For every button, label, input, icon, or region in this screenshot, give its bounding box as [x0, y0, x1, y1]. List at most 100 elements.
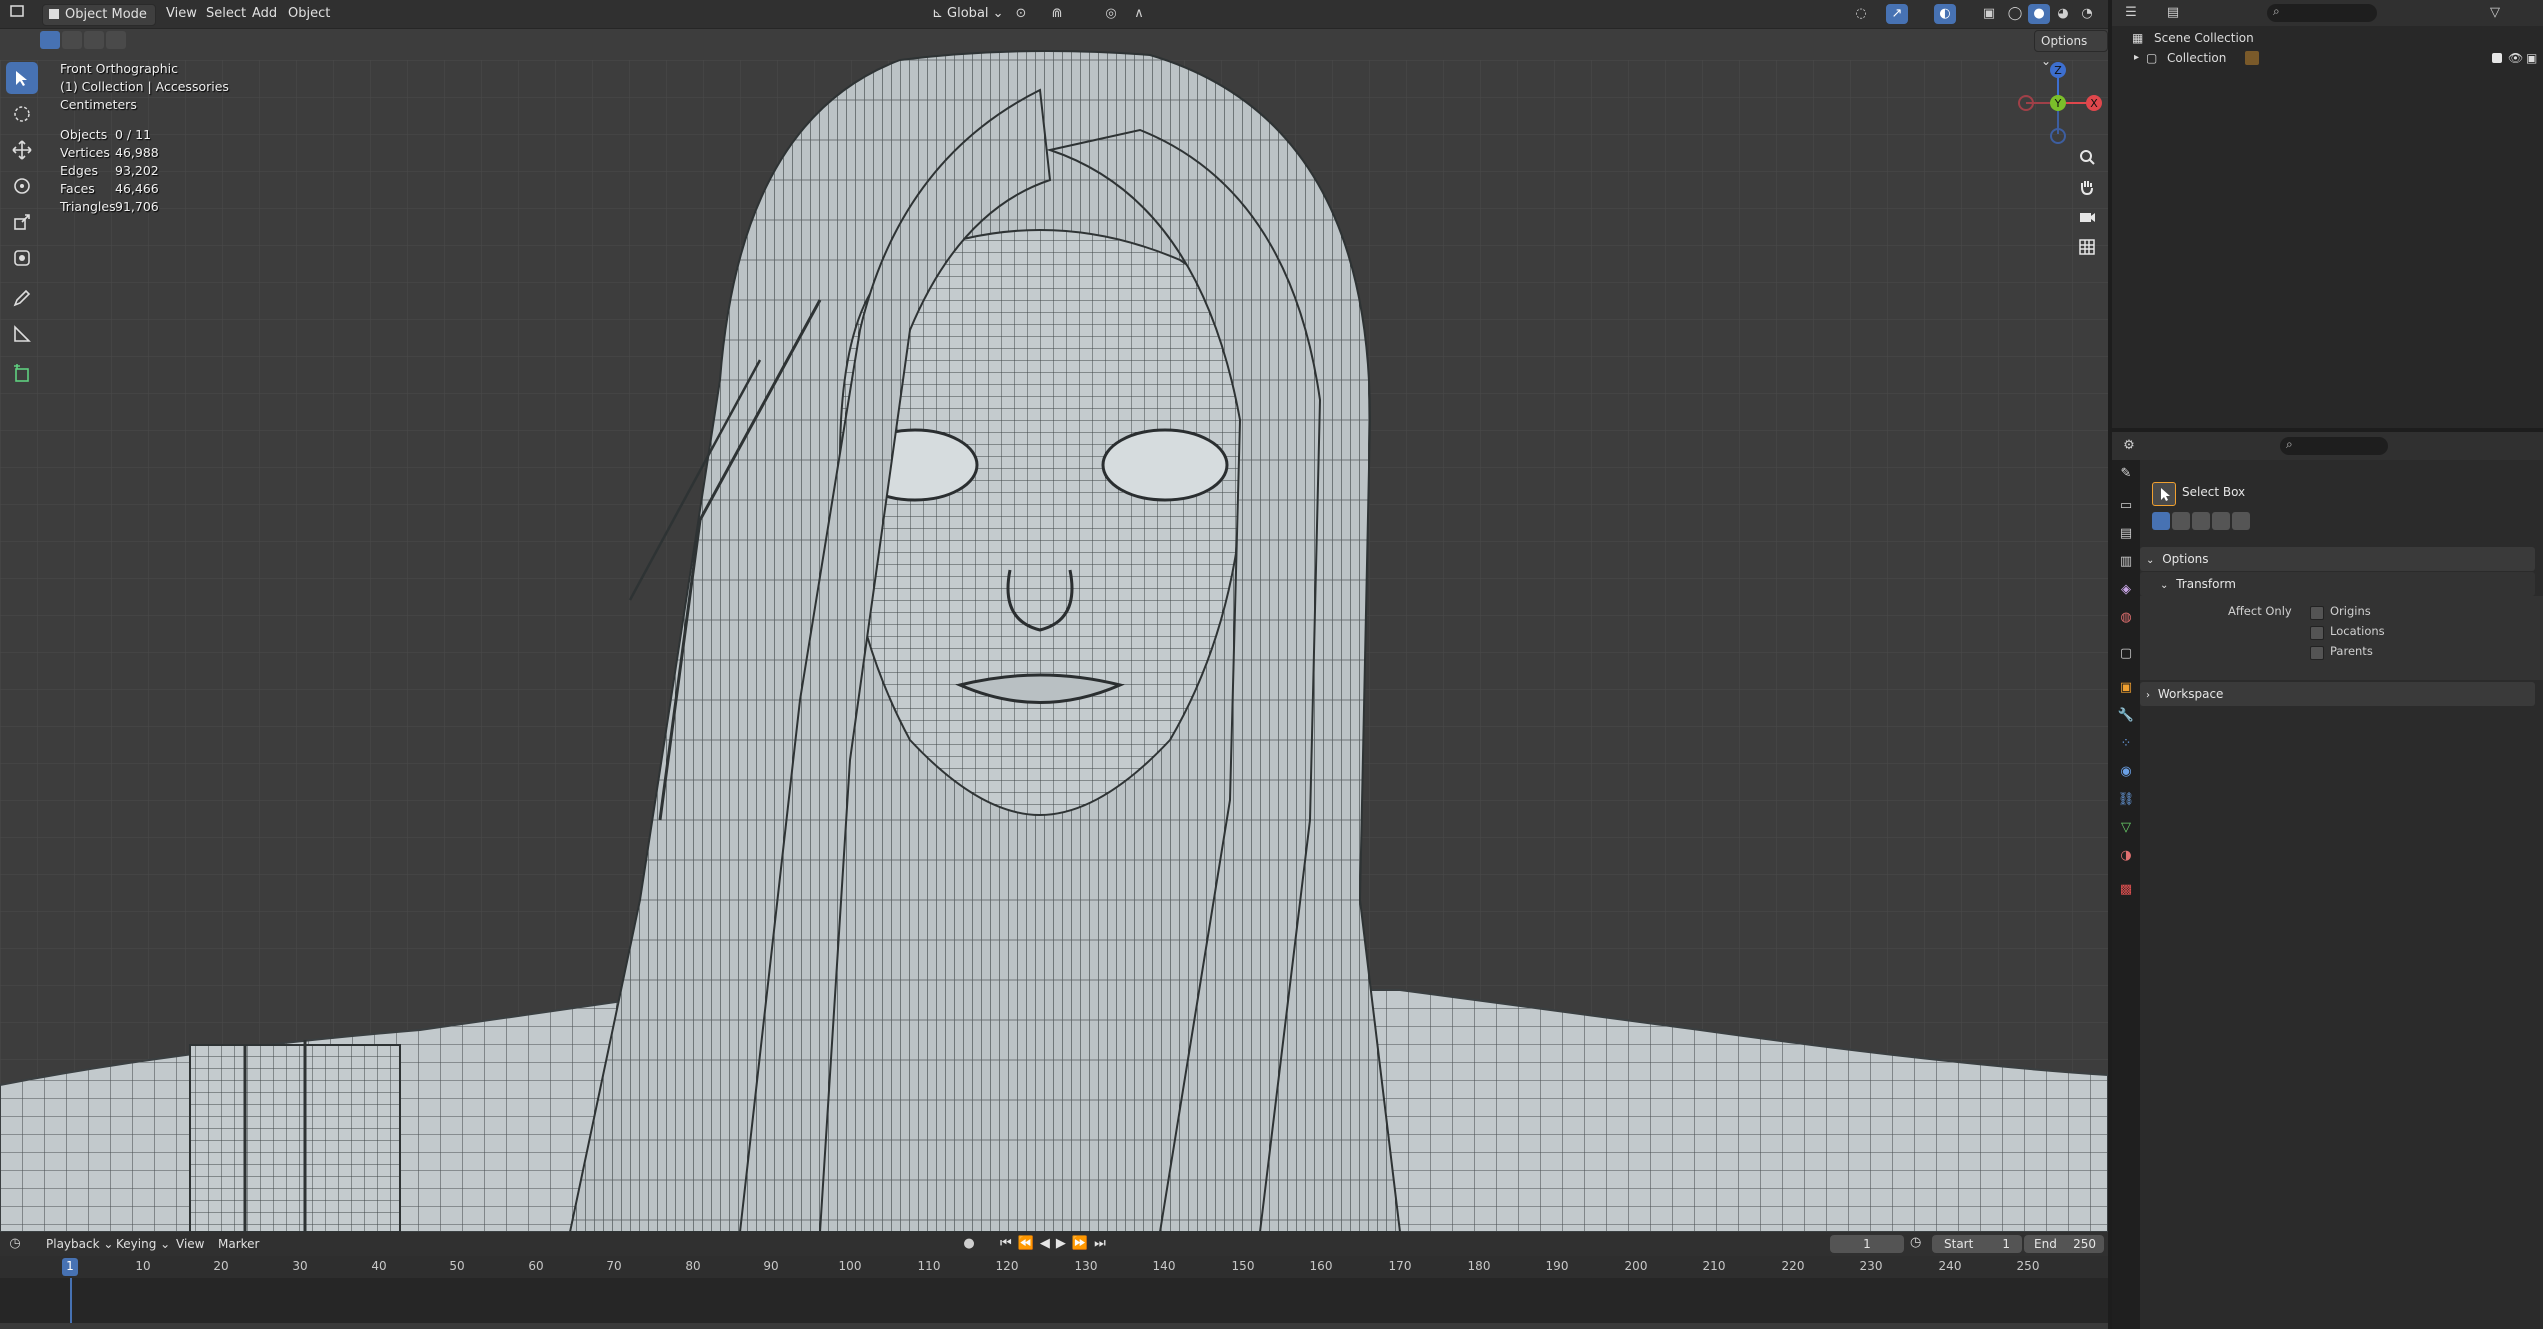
- editor-type-icon[interactable]: [6, 4, 28, 24]
- play-reverse-icon[interactable]: ◀: [1040, 1236, 1056, 1251]
- select-intersect-icon[interactable]: [106, 31, 126, 49]
- editor-type-icon[interactable]: ☰: [2120, 3, 2142, 23]
- navigation-gizmo[interactable]: Z X Y: [2010, 58, 2108, 148]
- next-key-icon[interactable]: ⏩: [1072, 1236, 1094, 1251]
- record-icon[interactable]: ●: [958, 1234, 980, 1254]
- outliner-row-scene-collection[interactable]: ▦ Scene Collection: [2112, 28, 2543, 48]
- select-box-tool[interactable]: [6, 62, 38, 94]
- overlays-toggle-icon[interactable]: ◐: [1934, 4, 1956, 24]
- pivot-point-icon[interactable]: ⊙: [1010, 4, 1032, 24]
- material-tab-icon[interactable]: ◑: [2116, 846, 2136, 866]
- jump-start-icon[interactable]: ⏮: [1000, 1236, 1018, 1251]
- exclude-checkbox[interactable]: [2492, 53, 2502, 63]
- tool-tab-icon[interactable]: ✎: [2116, 464, 2136, 484]
- solid-shading-icon[interactable]: ●: [2028, 4, 2050, 24]
- playback-menu[interactable]: Playback ⌄: [40, 1234, 119, 1254]
- constraints-tab-icon[interactable]: ⛓: [2116, 790, 2136, 810]
- rendered-shading-icon[interactable]: ◔: [2076, 4, 2098, 24]
- scene-tab-icon[interactable]: ◈: [2116, 580, 2136, 600]
- select-intersect-icon[interactable]: [2212, 512, 2230, 530]
- cursor-tool[interactable]: [6, 98, 38, 130]
- locations-checkbox[interactable]: [2310, 626, 2324, 640]
- select-new-icon[interactable]: [40, 31, 60, 49]
- zoom-icon[interactable]: [2074, 144, 2100, 170]
- filter-icon[interactable]: ▽: [2484, 3, 2506, 23]
- select-subtract-icon[interactable]: [84, 31, 104, 49]
- material-shading-icon[interactable]: ◕: [2052, 4, 2074, 24]
- annotate-tool[interactable]: [6, 282, 38, 314]
- properties-editor[interactable]: ⚙ ⌕ ✎ ▭ ▤ ▥ ◈ ◍ ▢ ▣ 🔧 ⁘ ◉ ⛓ ▽ ◑ ▩ Select…: [2112, 432, 2543, 1329]
- menu-view[interactable]: View: [160, 4, 203, 24]
- character-mesh[interactable]: [0, 0, 2108, 1232]
- data-tab-icon[interactable]: ▽: [2116, 818, 2136, 838]
- keyframe-area[interactable]: [0, 1278, 2108, 1329]
- collection-tab-icon[interactable]: ▢: [2116, 644, 2136, 664]
- workspace-panel-header[interactable]: › Workspace: [2140, 682, 2535, 706]
- editor-type-icon[interactable]: ◷: [4, 1234, 26, 1254]
- gizmo-toggle-icon[interactable]: ↗: [1886, 4, 1908, 24]
- select-extend-icon[interactable]: [62, 31, 82, 49]
- wireframe-shading-icon[interactable]: ◯: [2004, 4, 2026, 24]
- camera-icon[interactable]: [2074, 204, 2100, 230]
- options-dropdown[interactable]: Options ⌄: [2034, 30, 2108, 68]
- editor-type-icon[interactable]: ⚙: [2118, 436, 2140, 456]
- timeline-scrollbar[interactable]: [0, 1323, 2108, 1329]
- start-frame-field[interactable]: Start 1: [1932, 1235, 2022, 1253]
- modifier-wrench-icon[interactable]: 🔧: [2116, 706, 2136, 726]
- outliner-search-input[interactable]: ⌕: [2267, 4, 2377, 22]
- outliner[interactable]: ☰ ▤ ⌕ ▽ ▦ Scene Collection ▸ ▢ Collectio…: [2112, 0, 2543, 428]
- transform-tool[interactable]: [6, 242, 38, 274]
- select-invert-icon[interactable]: [2232, 512, 2250, 530]
- menu-select[interactable]: Select: [200, 4, 252, 24]
- ortho-grid-icon[interactable]: [2074, 234, 2100, 260]
- select-new-icon[interactable]: [2152, 512, 2170, 530]
- mode-dropdown[interactable]: Object Mode ⌄: [42, 4, 156, 42]
- origins-checkbox[interactable]: [2310, 606, 2324, 620]
- stopwatch-icon[interactable]: ◷: [1910, 1235, 1921, 1250]
- menu-marker[interactable]: Marker: [212, 1234, 265, 1254]
- properties-search-input[interactable]: ⌕: [2280, 437, 2388, 455]
- camera-render-icon[interactable]: ▣: [2526, 48, 2537, 68]
- menu-add[interactable]: Add: [246, 4, 283, 24]
- scale-tool[interactable]: [6, 206, 38, 238]
- select-subtract-icon[interactable]: [2192, 512, 2210, 530]
- object-tab-icon[interactable]: ▣: [2116, 678, 2136, 698]
- orientation-dropdown[interactable]: ⊾ Global ⌄: [926, 4, 1010, 24]
- eye-icon[interactable]: 👁: [2508, 48, 2523, 68]
- transform-subpanel-header[interactable]: ⌄ Transform: [2140, 572, 2535, 596]
- render-tab-icon[interactable]: ▭: [2116, 496, 2136, 516]
- output-tab-icon[interactable]: ▤: [2116, 524, 2136, 544]
- parents-checkbox[interactable]: [2310, 646, 2324, 660]
- keying-menu[interactable]: Keying ⌄: [110, 1234, 176, 1254]
- jump-end-icon[interactable]: ⏭: [1094, 1236, 1112, 1251]
- physics-tab-icon[interactable]: ◉: [2116, 762, 2136, 782]
- select-extend-icon[interactable]: [2172, 512, 2190, 530]
- rotate-tool[interactable]: [6, 170, 38, 202]
- outliner-row-collection[interactable]: ▸ ▢ Collection 👁 ▣: [2112, 48, 2543, 68]
- frame-ruler[interactable]: 1 10 20 30 40 50 60 70 80 90 100 110 120…: [0, 1256, 2108, 1278]
- object-visibility-icon[interactable]: ◌: [1850, 4, 1872, 24]
- measure-tool[interactable]: [6, 318, 38, 350]
- proportional-edit-icon[interactable]: ◎: [1100, 4, 1122, 24]
- disclosure-triangle-icon[interactable]: ▸: [2134, 48, 2139, 68]
- view-layer-tab-icon[interactable]: ▥: [2116, 552, 2136, 572]
- menu-object[interactable]: Object: [282, 4, 336, 24]
- texture-tab-icon[interactable]: ▩: [2116, 880, 2136, 900]
- falloff-icon[interactable]: ∧: [1128, 4, 1150, 24]
- snap-icon[interactable]: ⋒: [1046, 4, 1068, 24]
- play-icon[interactable]: ▶: [1056, 1236, 1072, 1251]
- pan-hand-icon[interactable]: [2074, 174, 2100, 200]
- display-mode-icon[interactable]: ▤: [2162, 3, 2184, 23]
- prev-key-icon[interactable]: ⏪: [1018, 1236, 1040, 1251]
- particles-tab-icon[interactable]: ⁘: [2116, 734, 2136, 754]
- timeline[interactable]: ◷ Playback ⌄ Keying ⌄ View Marker ● ⏮⏪◀▶…: [0, 1232, 2108, 1329]
- menu-view[interactable]: View: [170, 1234, 210, 1254]
- options-panel-header[interactable]: ⌄ Options: [2140, 547, 2535, 571]
- current-frame-field[interactable]: 1: [1830, 1235, 1904, 1253]
- 3d-viewport[interactable]: Object Mode ⌄ View Select Add Object ⊾ G…: [0, 0, 2108, 1232]
- move-tool[interactable]: [6, 134, 38, 166]
- end-frame-field[interactable]: End 250: [2024, 1235, 2104, 1253]
- add-cube-tool[interactable]: [6, 358, 38, 390]
- xray-toggle-icon[interactable]: ▣: [1978, 4, 2000, 24]
- world-tab-icon[interactable]: ◍: [2116, 608, 2136, 628]
